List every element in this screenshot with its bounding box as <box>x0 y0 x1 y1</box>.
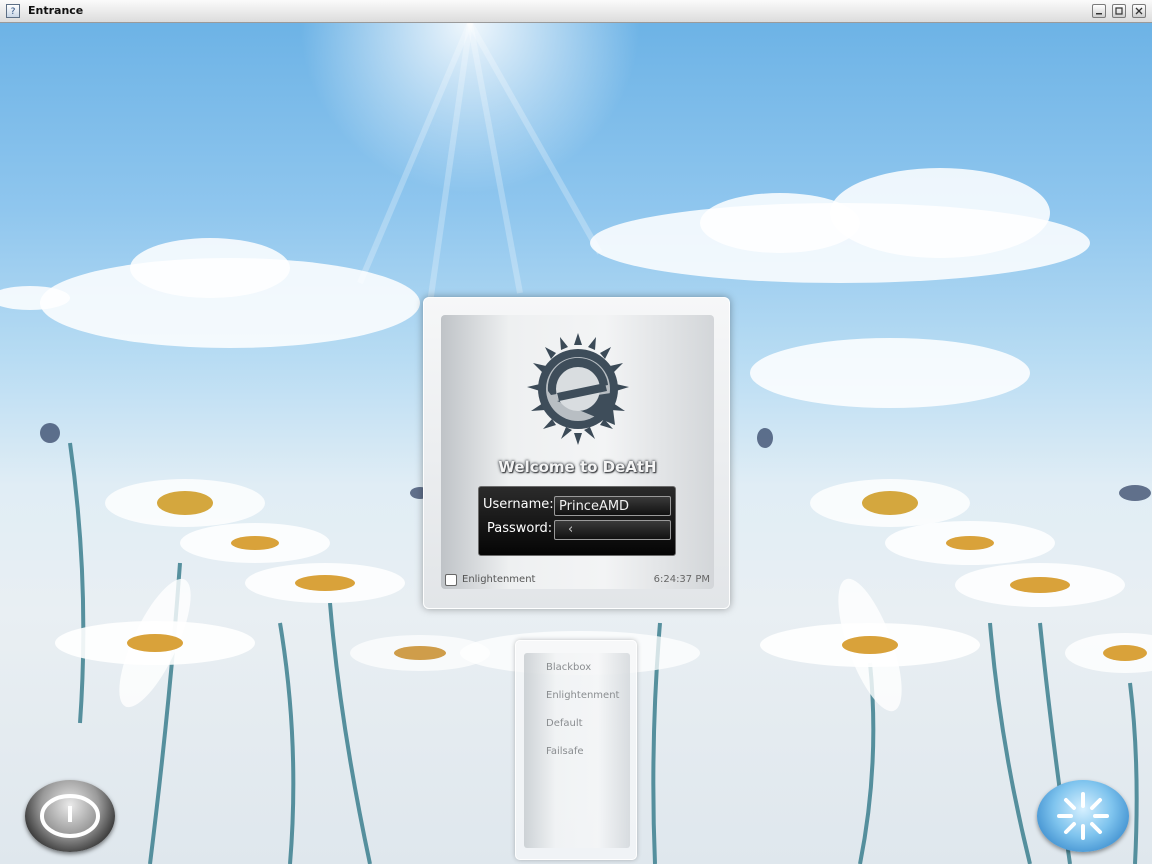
clock: 6:24:37 PM <box>653 574 710 585</box>
enlightenment-logo-icon <box>527 333 629 445</box>
username-label: Username: <box>483 497 554 512</box>
power-button[interactable] <box>25 780 115 852</box>
login-inner-panel: Welcome to DeAtH Username: Password: ‹ E… <box>441 315 714 589</box>
session-list-panel: Blackbox Enlightenment Default Failsafe <box>515 640 637 860</box>
session-item-default[interactable]: Default <box>546 718 583 729</box>
login-form: Username: Password: ‹ <box>478 486 676 556</box>
close-icon <box>1135 7 1143 15</box>
password-label: Password: <box>487 521 553 536</box>
reboot-button[interactable] <box>1037 780 1129 852</box>
minimize-button[interactable] <box>1092 4 1106 18</box>
session-item-failsafe[interactable]: Failsafe <box>546 746 584 757</box>
login-panel: Welcome to DeAtH Username: Password: ‹ E… <box>423 297 730 609</box>
window-title: Entrance <box>28 4 84 17</box>
window-titlebar[interactable]: ? Entrance <box>0 0 1152 23</box>
session-item-enlightenment[interactable]: Enlightenment <box>546 690 619 701</box>
session-item-blackbox[interactable]: Blackbox <box>546 662 591 673</box>
reboot-icon <box>1057 792 1109 840</box>
username-input[interactable] <box>554 496 671 516</box>
app-icon[interactable]: ? <box>6 4 20 18</box>
welcome-message: Welcome to DeAtH <box>498 458 657 476</box>
maximize-icon <box>1115 7 1123 15</box>
session-selector-icon[interactable] <box>445 574 457 586</box>
session-list: Blackbox Enlightenment Default Failsafe <box>524 653 630 848</box>
maximize-button[interactable] <box>1112 4 1126 18</box>
selected-session-label[interactable]: Enlightenment <box>462 574 535 585</box>
text-cursor-icon: ‹ <box>568 522 574 537</box>
minimize-icon <box>1096 13 1102 15</box>
power-icon <box>40 794 100 838</box>
close-button[interactable] <box>1132 4 1146 18</box>
password-input[interactable]: ‹ <box>554 520 671 540</box>
